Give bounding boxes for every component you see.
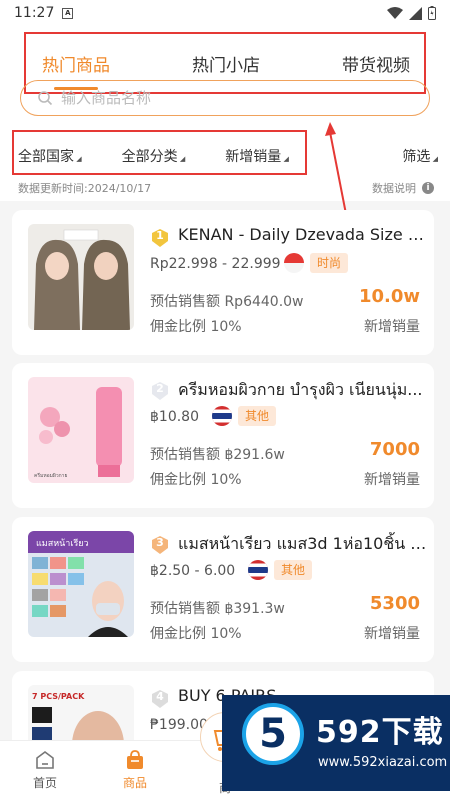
notification-icon: A [62,7,74,19]
battery-icon [428,6,436,20]
status-time: 11:27 [14,5,55,21]
product-thumbnail: ครีมหอมผิวกาย [28,377,134,483]
filter-screen-button[interactable]: 筛选 [402,146,438,166]
estimated-sales: 预估销售额 Rp6440.0w [150,294,304,310]
top-panel: 热门商品 热门小店 带货视频 全部国家 全部分类 新增销量 筛选 数据更新时间:… [0,26,450,201]
commission-rate: 佣金比例 10% [150,626,242,642]
home-icon [36,751,54,769]
svg-text:ครีมหอมผิวกาย: ครีมหอมผิวกาย [34,472,67,479]
product-title: ครีมหอมผิวกาย บำรุงผิว เนียนนุ่ม... [178,380,423,399]
shopping-bag-icon [127,750,143,769]
wifi-icon [387,6,403,19]
product-price: ฿10.80 [150,409,199,425]
watermark-url: www.592xiazai.com [318,755,448,770]
data-info-label: 数据说明 [372,182,416,195]
product-card[interactable]: 1 KENAN - Daily Dzevada Size M... Rp22.9… [12,210,434,355]
nav-products[interactable]: 商品 [105,749,165,791]
indonesia-flag-icon [284,253,304,273]
new-sales-value: 5300 [369,593,420,614]
rank-number: 3 [156,536,164,549]
status-icons [387,6,436,20]
data-info-link[interactable]: 数据说明 i [372,180,434,196]
product-title: KENAN - Daily Dzevada Size M... [178,225,428,244]
tab-promo-videos[interactable]: 带货视频 [342,51,410,76]
thailand-flag-icon [212,406,232,426]
product-card[interactable]: แมสหน้าเรียว 3 แมสหน้าเรียว แมส3d 1ห่อ10… [12,517,434,662]
filter-category[interactable]: 全部分类 [122,146,186,166]
nav-home-label: 首页 [32,776,57,790]
filter-country[interactable]: 全部国家 [18,146,82,166]
new-sales-label: 新增销量 [364,472,420,488]
search-bar[interactable] [20,80,430,116]
update-time: 数据更新时间:2024/10/17 [18,182,152,195]
rank-number: 4 [156,690,164,703]
info-icon: i [422,182,434,194]
watermark: 5 592下载 www.592xiazai.com [222,695,450,791]
status-bar: 11:27 A [0,0,450,26]
filter-sort-new-sales[interactable]: 新增销量 [225,146,289,166]
search-input[interactable] [61,89,401,107]
svg-text:แมสหน้าเรียว: แมสหน้าเรียว [36,538,89,549]
product-title: แมสหน้าเรียว แมส3d 1ห่อ10ชิ้น 1... [178,534,428,553]
svg-text:7 PCS/PACK: 7 PCS/PACK [32,692,85,701]
product-price: ₱199.00 [150,717,208,733]
new-sales-value: 7000 [369,439,420,460]
estimated-sales: 预估销售额 ฿391.3w [150,601,285,617]
product-thumbnail [28,224,134,330]
commission-rate: 佣金比例 10% [150,319,242,335]
watermark-brand: 592下载 [316,715,444,750]
product-thumbnail: แมสหน้าเรียว [28,531,134,637]
filter-bar: 全部国家 全部分类 新增销量 筛选 [18,146,438,166]
product-card[interactable]: ครีมหอมผิวกาย 2 ครีมหอมผิวกาย บำรุงผิว เ… [12,363,434,508]
estimated-sales: 预估销售额 ฿291.6w [150,447,285,463]
product-price: Rp22.998 - 22.999 [150,256,281,272]
rank-number: 1 [156,229,164,242]
data-meta-row: 数据更新时间:2024/10/17 数据说明 i [18,180,434,196]
commission-rate: 佣金比例 10% [150,472,242,488]
signal-icon [409,6,422,20]
category-tag: 其他 [238,406,277,426]
nav-products-label: 商品 [122,776,147,790]
new-sales-label: 新增销量 [364,626,420,642]
tab-hot-products[interactable]: 热门商品 [42,51,110,90]
category-tag: 其他 [274,560,313,580]
tab-hot-shops[interactable]: 热门小店 [192,51,260,76]
new-sales-value: 10.0w [358,286,420,307]
thailand-flag-icon [248,560,268,580]
product-price: ฿2.50 - 6.00 [150,563,236,579]
search-icon [38,91,53,106]
category-tag: 时尚 [310,253,349,273]
rank-number: 2 [156,382,164,395]
nav-home[interactable]: 首页 [15,749,75,791]
new-sales-label: 新增销量 [364,319,420,335]
watermark-logo: 5 [242,703,304,765]
